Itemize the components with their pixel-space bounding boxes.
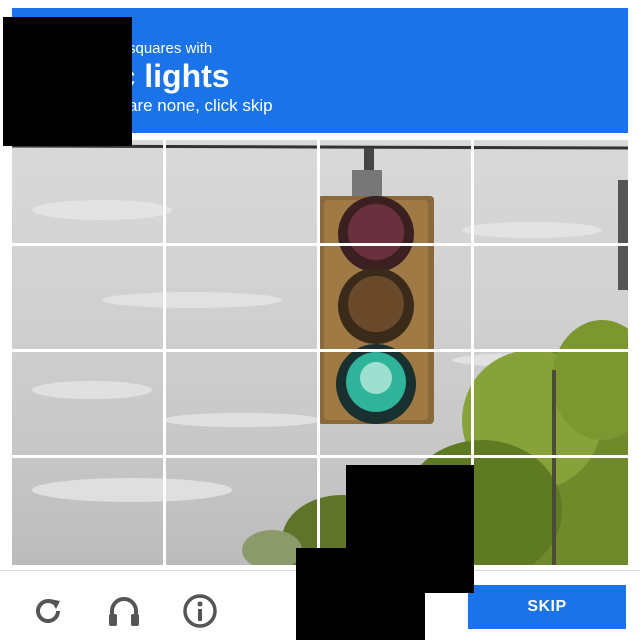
info-icon[interactable]: [180, 591, 220, 631]
redaction-box-bottom: [296, 548, 425, 640]
grid-tile-r2c1[interactable]: [12, 246, 166, 352]
grid-tile-r2c2[interactable]: [166, 246, 320, 352]
grid-tile-r2c3[interactable]: [320, 246, 474, 352]
grid-tile-r3c4[interactable]: [474, 352, 628, 458]
reload-icon[interactable]: [28, 591, 68, 631]
instruction-line-1: squares with: [128, 40, 213, 57]
grid-tile-r1c3[interactable]: [320, 140, 474, 246]
grid-tile-r1c1[interactable]: [12, 140, 166, 246]
redaction-box-top-left: [3, 17, 132, 146]
grid-tile-r4c4[interactable]: [474, 458, 628, 565]
skip-button[interactable]: SKIP: [468, 585, 626, 629]
grid-tile-r1c4[interactable]: [474, 140, 628, 246]
grid-tile-r3c3[interactable]: [320, 352, 474, 458]
grid-tile-r1c2[interactable]: [166, 140, 320, 246]
grid-tile-r2c4[interactable]: [474, 246, 628, 352]
headphones-icon[interactable]: [104, 591, 144, 631]
challenge-image-grid: [12, 140, 628, 565]
instruction-line-3: are none, click skip: [128, 96, 273, 115]
grid-tile-r3c1[interactable]: [12, 352, 166, 458]
grid-tile-r4c1[interactable]: [12, 458, 166, 565]
grid-tile-r3c2[interactable]: [166, 352, 320, 458]
